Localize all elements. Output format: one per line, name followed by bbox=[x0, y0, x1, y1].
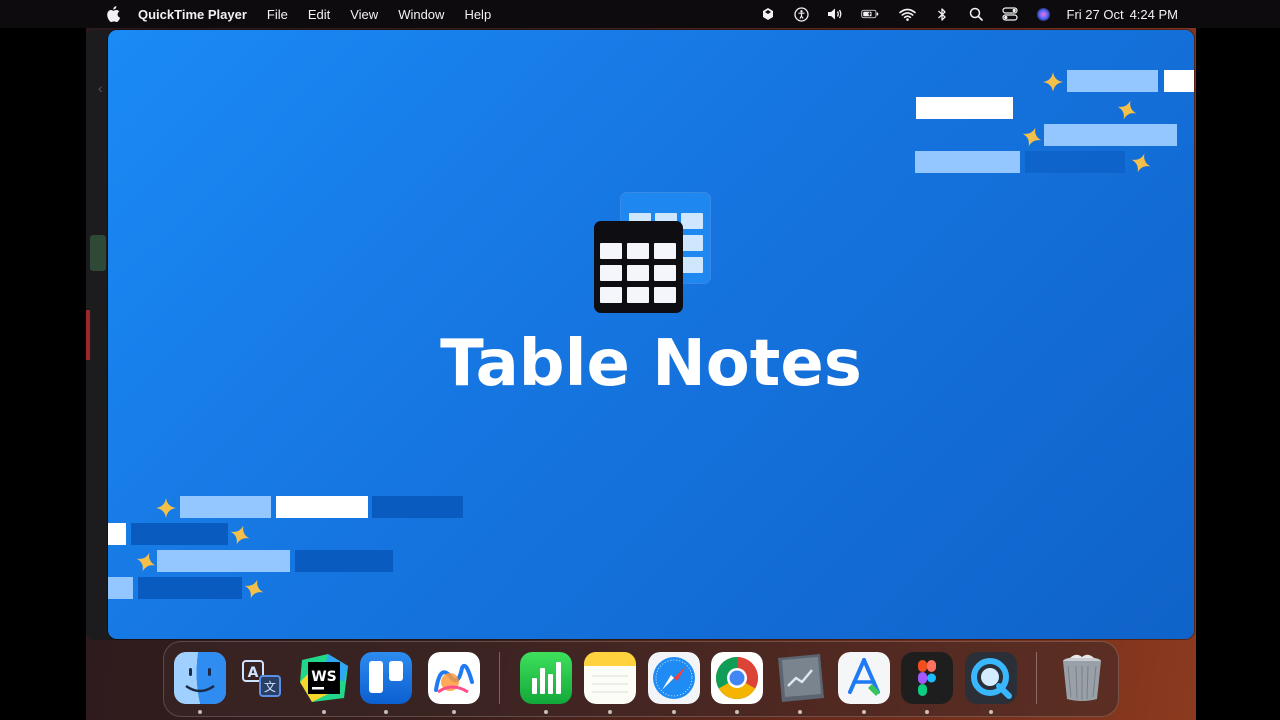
battery-icon[interactable] bbox=[860, 5, 879, 23]
menu-help[interactable]: Help bbox=[464, 7, 491, 22]
decor-bar bbox=[372, 496, 463, 518]
background-window-element bbox=[90, 235, 106, 271]
freeform-icon[interactable] bbox=[428, 652, 480, 704]
stocks-app-icon[interactable] bbox=[774, 652, 826, 704]
figma-icon[interactable] bbox=[901, 652, 953, 704]
bluetooth-icon[interactable] bbox=[933, 5, 951, 23]
decor-bar bbox=[1067, 70, 1158, 92]
decor-bar bbox=[1164, 70, 1194, 92]
clock-date: Fri 27 Oct bbox=[1066, 6, 1124, 22]
svg-text:文: 文 bbox=[264, 679, 276, 694]
running-indicator bbox=[608, 710, 612, 714]
running-indicator bbox=[735, 710, 739, 714]
running-indicator bbox=[798, 710, 802, 714]
decor-bar bbox=[138, 577, 242, 599]
svg-text:WS: WS bbox=[311, 669, 337, 685]
background-window-accent bbox=[86, 310, 90, 360]
menu-edit[interactable]: Edit bbox=[308, 7, 330, 22]
decor-bar bbox=[295, 550, 393, 572]
dock-separator bbox=[1036, 652, 1037, 704]
sparkle-icon bbox=[1022, 127, 1042, 147]
trash-icon[interactable] bbox=[1056, 652, 1108, 704]
video-title: Table Notes bbox=[440, 327, 862, 401]
running-indicator bbox=[384, 710, 388, 714]
sparkle-icon bbox=[1131, 153, 1151, 173]
sparkle-icon bbox=[136, 552, 156, 572]
decor-bar bbox=[180, 496, 271, 518]
sparkle-icon bbox=[230, 525, 250, 545]
numbers-icon[interactable] bbox=[520, 652, 572, 704]
sparkle-icon bbox=[244, 579, 264, 599]
trello-icon[interactable] bbox=[360, 652, 412, 704]
decor-bar bbox=[108, 523, 126, 545]
notes-icon[interactable] bbox=[584, 652, 636, 704]
decor-bar bbox=[915, 151, 1020, 173]
decor-bar bbox=[1025, 151, 1125, 173]
finder-icon[interactable] bbox=[174, 652, 226, 704]
dock-separator bbox=[499, 652, 500, 704]
running-indicator bbox=[925, 710, 929, 714]
dock: A文 WS bbox=[163, 641, 1119, 717]
decor-bar bbox=[108, 577, 133, 599]
svg-text:A: A bbox=[248, 665, 259, 681]
menu-bar-clock[interactable]: Fri 27 Oct 4:24 PM bbox=[1067, 7, 1179, 22]
decor-bar bbox=[131, 523, 228, 545]
menu-bar-status: Fri 27 Oct 4:24 PM bbox=[743, 0, 1179, 28]
menu-bar: QuickTime Player File Edit View Window H… bbox=[0, 0, 1280, 28]
webstorm-icon[interactable]: WS bbox=[298, 652, 350, 704]
running-indicator bbox=[322, 710, 326, 714]
running-indicator bbox=[452, 710, 456, 714]
chrome-icon[interactable] bbox=[711, 652, 763, 704]
translate-icon[interactable]: A文 bbox=[236, 652, 288, 704]
sparkle-icon bbox=[156, 498, 176, 518]
siri-icon[interactable] bbox=[1035, 5, 1053, 23]
quicktime-icon[interactable] bbox=[965, 652, 1017, 704]
control-center-icon[interactable] bbox=[1001, 5, 1019, 23]
xcode-instruments-icon[interactable] bbox=[838, 652, 890, 704]
accessibility-icon[interactable] bbox=[793, 5, 811, 23]
sparkle-icon bbox=[1117, 100, 1137, 120]
volume-icon[interactable] bbox=[827, 5, 845, 23]
quicktime-video-window[interactable]: Table Notes bbox=[108, 30, 1194, 639]
apple-menu-icon[interactable] bbox=[104, 5, 122, 23]
menu-bar-left: QuickTime Player File Edit View Window H… bbox=[0, 0, 511, 28]
back-arrow-icon: ‹ bbox=[98, 80, 103, 96]
running-indicator bbox=[672, 710, 676, 714]
menu-file[interactable]: File bbox=[267, 7, 288, 22]
app-name-menu[interactable]: QuickTime Player bbox=[138, 7, 247, 22]
decor-bar bbox=[157, 550, 290, 572]
sparkle-icon bbox=[1043, 72, 1063, 92]
decor-bar bbox=[1044, 124, 1177, 146]
running-indicator bbox=[989, 710, 993, 714]
running-indicator bbox=[544, 710, 548, 714]
decor-bar bbox=[916, 97, 1013, 119]
table-notes-logo-icon bbox=[594, 221, 683, 313]
menu-window[interactable]: Window bbox=[398, 7, 444, 22]
menu-view[interactable]: View bbox=[350, 7, 378, 22]
running-indicator bbox=[862, 710, 866, 714]
running-indicator bbox=[198, 710, 202, 714]
dropbox-icon[interactable] bbox=[759, 5, 777, 23]
decor-bar bbox=[276, 496, 368, 518]
safari-icon[interactable] bbox=[648, 652, 700, 704]
spotlight-search-icon[interactable] bbox=[967, 5, 985, 23]
clock-time: 4:24 PM bbox=[1129, 6, 1178, 22]
wifi-icon[interactable] bbox=[899, 5, 917, 23]
screen: ‹ QuickTime Player File Edit View Window… bbox=[0, 0, 1280, 720]
